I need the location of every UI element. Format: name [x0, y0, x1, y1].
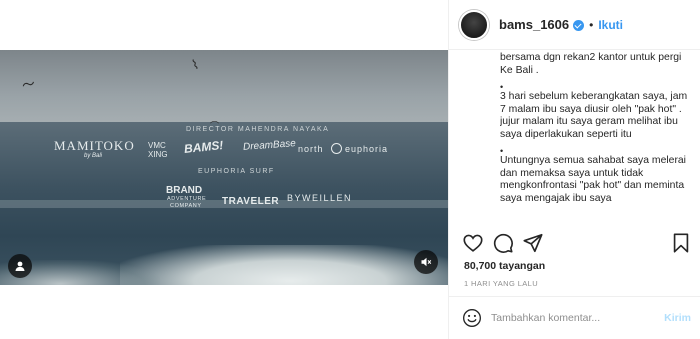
user-tag-button[interactable]: [8, 254, 32, 278]
caption: bersama dgn rekan2 kantor untuk pergi Ke…: [500, 52, 692, 225]
caption-bullet: •: [500, 82, 504, 92]
user-tag-icon: [15, 261, 25, 271]
mute-button[interactable]: [414, 250, 438, 274]
comment-icon[interactable]: [492, 232, 514, 254]
video-sky: [0, 50, 448, 128]
north-euphoria-mark-icon: [331, 143, 342, 154]
mamitoko-logo: MAMITOKO: [54, 138, 135, 153]
caption-line: bersama dgn rekan2 kantor untuk pergi Ke…: [500, 52, 682, 76]
view-count[interactable]: 80,700 tayangan: [464, 260, 545, 272]
post-panel: bams_1606 • Ikuti bersama dgn rekan2 kan…: [448, 0, 700, 339]
byweillen-logo: BYWEILLEN: [287, 193, 353, 203]
caption-line: Untungnya semua sahabat saya melerai dan…: [500, 155, 686, 204]
follow-button[interactable]: Ikuti: [598, 18, 623, 32]
euphoria-logo: euphoria: [345, 144, 389, 154]
mute-icon: [421, 257, 432, 267]
share-icon[interactable]: [522, 232, 544, 254]
mamitoko-sub-text: by Bali: [84, 153, 103, 159]
separator-dot: •: [589, 17, 594, 32]
emoji-icon[interactable]: [462, 308, 482, 328]
caption-line: 3 hari sebelum keberangkatan saya, jam 7…: [500, 91, 688, 140]
credits-top-text: DIRECTOR MAHENDRA NAYAKA: [186, 126, 330, 133]
comment-bar: Kirim: [449, 296, 700, 339]
heart-icon[interactable]: [462, 232, 484, 254]
comment-input[interactable]: [491, 312, 659, 324]
video-player[interactable]: 〜 ⌇ ⌒ DIRECTOR MAHENDRA NAYAKA MAMITOKO …: [0, 50, 448, 285]
traveler-logo: TRAVELER: [222, 196, 280, 207]
post-header: bams_1606 • Ikuti: [449, 0, 700, 50]
username-link[interactable]: bams_1606: [499, 17, 569, 32]
post-actions: [449, 226, 700, 256]
vmc-logo-line2: XING: [148, 150, 168, 159]
media-area: 〜 ⌇ ⌒ DIRECTOR MAHENDRA NAYAKA MAMITOKO …: [0, 0, 448, 339]
brand-sub-text: ADVENTURE: [167, 196, 207, 202]
bookmark-icon[interactable]: [670, 232, 692, 254]
avatar[interactable]: [459, 9, 489, 40]
north-logo: north: [298, 144, 324, 154]
vmc-logo: VMC: [148, 141, 166, 150]
post-timestamp[interactable]: 1 HARI YANG LALU: [464, 279, 538, 288]
brand-sub2-text: COMPANY: [170, 203, 202, 209]
verified-icon: [573, 20, 585, 31]
credits-mid-text: EUPHORIA SURF: [198, 168, 275, 175]
send-button[interactable]: Kirim: [664, 312, 691, 324]
caption-bullet: •: [500, 146, 504, 156]
brand-logo: BRAND: [166, 185, 203, 196]
video-wave: [120, 245, 448, 285]
